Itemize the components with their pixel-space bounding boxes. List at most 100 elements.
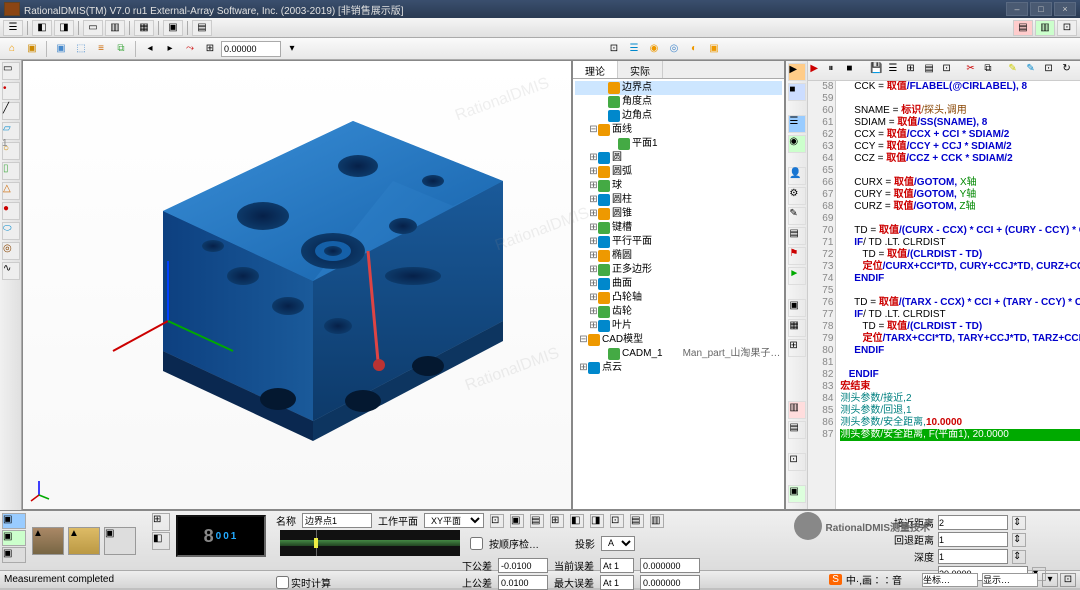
code-toolbar-icon[interactable]: ⏸ [828,63,844,79]
bp-small-icon[interactable]: ◧ [152,532,170,550]
mid-toolbar-icon-3[interactable]: ◉ [645,40,663,58]
toolbar-mini-icon[interactable]: ◧ [570,514,584,528]
menu-icon-3[interactable]: ◨ [54,20,74,36]
bp-btn-icon[interactable]: ▣ [2,547,26,563]
toolbar-mini-icon[interactable]: ▣ [510,514,524,528]
ltool-select-icon[interactable]: ▭ [2,62,20,80]
codetool-icon[interactable]: ▣ [788,299,806,317]
code-editor[interactable]: 58 59 60 61 62 63 64 65 66 67 68 69 70 7… [808,81,1080,509]
codetool-icon[interactable]: ■ [788,83,806,101]
toolbar-mini-icon[interactable]: ◨ [590,514,604,528]
maxdev-at-input[interactable] [600,575,634,590]
tree-node[interactable]: ⊞叶片 [575,319,782,333]
tree-node[interactable]: ⊞曲面 [575,277,782,291]
mid-toolbar-icon-5[interactable]: ◐ [685,40,703,58]
tree-node[interactable]: ⊞凸轮轴 [575,291,782,305]
menu-icon-6[interactable]: ▦ [134,20,154,36]
tree-node[interactable]: 边角点 [575,109,782,123]
code-toolbar-icon[interactable]: ⊞ [906,63,922,79]
tree-node[interactable]: 边界点 [575,81,782,95]
status-btn-icon[interactable]: ▾ [1042,573,1058,587]
retract-input[interactable] [938,532,1008,547]
toolbar-copy-icon[interactable]: ⧉ [112,40,130,58]
curdev-value-input[interactable] [640,558,700,573]
tab-theory[interactable]: 理论 [573,61,618,78]
code-toolbar-icon[interactable]: ⊡ [942,63,958,79]
probe-preset-icon[interactable]: ▣ [104,527,136,555]
ltool-point-icon[interactable]: • [2,82,20,100]
toolbar-path-icon[interactable]: ⤳ [181,40,199,58]
codetool-icon[interactable]: ⊞ [788,339,806,357]
toolbar-mini-icon[interactable]: ▥ [650,514,664,528]
ltool-curve-icon[interactable]: ∿ [2,262,20,280]
toolbar-mini-icon[interactable]: ⊞ [550,514,564,528]
name-input[interactable] [302,513,372,528]
bp-small-icon[interactable]: ⊞ [152,513,170,531]
maxdev-value-input[interactable] [640,575,700,590]
ltool-cone-icon[interactable]: △ [2,182,20,200]
codetool-icon[interactable]: ☰ [788,115,806,133]
maximize-button[interactable]: □ [1030,2,1052,16]
toolbar-mini-icon[interactable]: ⊡ [610,514,624,528]
codetool-icon[interactable]: ► [788,267,806,285]
menu-icon-4[interactable]: ▭ [83,20,103,36]
mid-toolbar-icon-2[interactable]: ☰ [625,40,643,58]
code-toolbar-icon[interactable]: ✎ [1026,63,1042,79]
menu-icon-1[interactable]: ☰ [3,20,23,36]
tree-node[interactable]: ⊞平行平面 [575,235,782,249]
tree-node[interactable]: 1平面1 [575,137,782,151]
ime-indicator-icon[interactable]: S [829,574,842,585]
toolbar-grid-icon[interactable]: ⊞ [201,40,219,58]
toolbar-box-icon[interactable]: ⬚ [72,40,90,58]
toolbar-cad-icon[interactable]: ▣ [52,40,70,58]
probe-preset-icon[interactable]: ▲ [32,527,64,555]
bp-btn-icon[interactable]: ▣ [2,530,26,546]
toolbar-layers-icon[interactable]: ≡ [92,40,110,58]
tree-node[interactable]: ⊞齿轮 [575,305,782,319]
toolbar-mini-icon[interactable]: ⊡ [490,514,504,528]
tree-node[interactable]: ⊞椭圆 [575,249,782,263]
projection-select[interactable]: A [601,536,635,551]
code-toolbar-icon[interactable]: 💾 [870,63,886,79]
tab-actual[interactable]: 实际 [618,61,663,78]
code-toolbar-icon[interactable]: ✂ [966,63,982,79]
menu-icon-7[interactable]: ▣ [163,20,183,36]
approach-input[interactable] [938,515,1008,530]
tree-node[interactable]: CADM_1Man_part_山淘果子… [575,347,782,361]
menu-icon-right-2[interactable]: ▥ [1035,20,1055,36]
tree-node[interactable]: ⊞球 [575,179,782,193]
stepper-icon[interactable]: ⇕ [1012,550,1026,564]
tree-node[interactable]: 角度点 [575,95,782,109]
codetool-icon[interactable]: ▦ [788,319,806,337]
depth-input[interactable] [938,549,1008,564]
3d-viewport[interactable]: RationalDMIS RationalDMIS RationalDMIS [22,60,572,510]
tree-node[interactable]: ⊞正多边形 [575,263,782,277]
ltool-sphere-icon[interactable]: ● [2,202,20,220]
tree-node[interactable]: ⊞圆弧 [575,165,782,179]
lowtol-input[interactable] [498,558,548,573]
codetool-icon[interactable]: ▤ [788,227,806,245]
toolbar-dropdown-icon[interactable]: ▾ [283,40,301,58]
status-combo-1[interactable] [922,573,978,587]
codetool-icon[interactable]: ✎ [788,207,806,225]
codetool-icon[interactable]: ▥ [788,401,806,419]
menu-icon-right-1[interactable]: ▤ [1013,20,1033,36]
status-btn-icon[interactable]: ⊡ [1060,573,1076,587]
codetool-icon[interactable]: ▶ [788,63,806,81]
toolbar-prev-icon[interactable]: ◂ [141,40,159,58]
codetool-icon[interactable]: ⚙ [788,187,806,205]
tree-node[interactable]: ⊞圆锥 [575,207,782,221]
code-toolbar-icon[interactable]: ✎ [1008,63,1024,79]
bp-btn-icon[interactable]: ▣ [2,513,26,529]
codetool-icon[interactable]: ◉ [788,135,806,153]
code-toolbar-icon[interactable]: ⧉ [984,63,1000,79]
codetool-icon[interactable]: ▣ [788,485,806,503]
tree-node[interactable]: ⊞圆 [575,151,782,165]
ltool-cyl-icon[interactable]: ▯ [2,162,20,180]
tree-node[interactable]: ⊞点云 [575,361,782,375]
home-icon[interactable]: ⌂ [3,40,21,58]
order-checkbox[interactable] [470,536,483,551]
code-toolbar-icon[interactable]: ☰ [888,63,904,79]
close-button[interactable]: × [1054,2,1076,16]
toolbar-next-icon[interactable]: ▸ [161,40,179,58]
